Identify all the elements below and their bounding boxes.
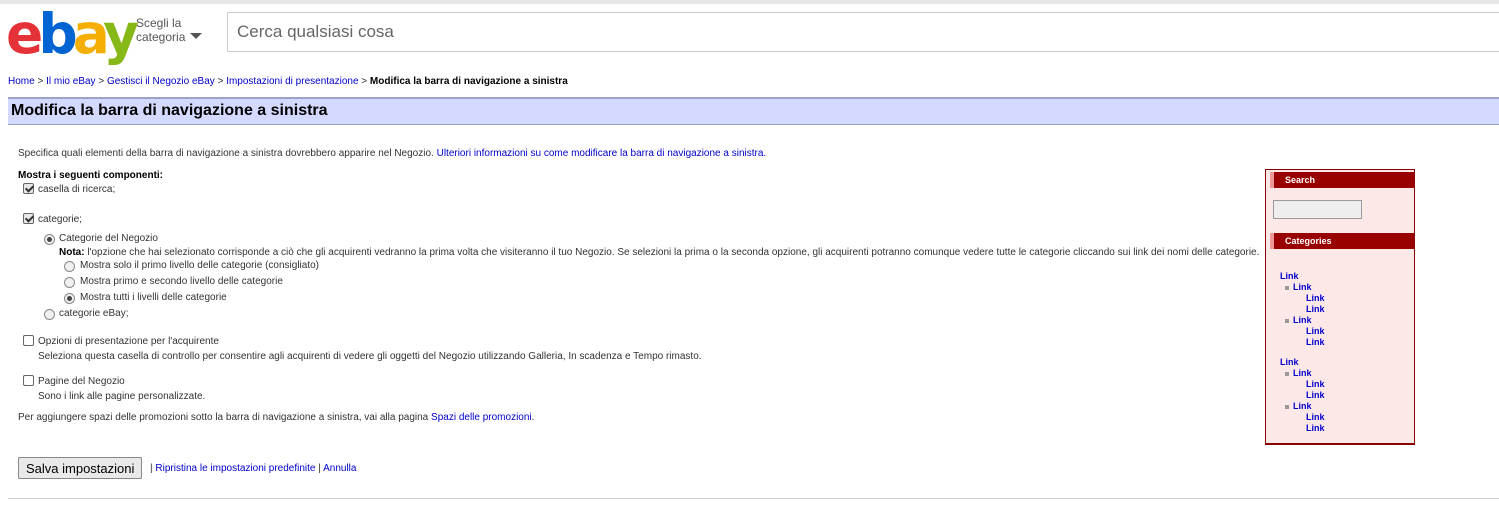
logo-letter-e: e xyxy=(6,2,43,66)
category-select[interactable]: Scegli la categoria xyxy=(136,16,202,44)
store-categories-radio[interactable] xyxy=(44,234,55,245)
breadcrumb-separator: > xyxy=(98,76,105,87)
preview-bullet xyxy=(1285,372,1289,376)
preview-link: Link xyxy=(1306,423,1325,433)
breadcrumb-home[interactable]: Home xyxy=(8,76,35,87)
promo-text: Per aggiungere spazi delle promozioni so… xyxy=(18,412,534,423)
left-nav-preview: Search Categories Link Link Link Link Li… xyxy=(1265,169,1415,445)
breadcrumb-separator: > xyxy=(37,76,44,87)
promo-description: Per aggiungere spazi delle promozioni so… xyxy=(18,412,429,423)
breadcrumb-separator: > xyxy=(361,76,368,87)
preview-link: Link xyxy=(1306,337,1325,347)
ebay-logo[interactable]: ebay xyxy=(6,2,139,66)
preview-link: Link xyxy=(1306,293,1325,303)
preview-search-title: Search xyxy=(1285,175,1316,185)
preview-link: Link xyxy=(1306,304,1325,314)
second-level-label: Mostra primo e secondo livello delle cat… xyxy=(80,276,283,287)
search-box-label: casella di ricerca; xyxy=(38,184,116,195)
ebay-categories-label: categorie eBay; xyxy=(59,308,129,319)
preview-search-header: Search xyxy=(1270,172,1414,188)
page-title: Modifica la barra di navigazione a sinis… xyxy=(11,102,328,119)
preview-bullet xyxy=(1285,319,1289,323)
buyer-options-description: Seleziona questa casella di controllo pe… xyxy=(38,351,702,362)
chevron-down-icon xyxy=(190,33,202,39)
preview-categories-title: Categories xyxy=(1285,236,1332,246)
store-pages-checkbox[interactable] xyxy=(23,375,34,386)
breadcrumb-manage-store[interactable]: Gestisci il Negozio eBay xyxy=(107,76,215,87)
actions-links: | Ripristina le impostazioni predefinite… xyxy=(150,463,356,474)
logo-letter-y: y xyxy=(103,2,139,66)
logo-letter-b: b xyxy=(38,2,77,66)
preview-link: Link xyxy=(1280,357,1299,367)
preview-link: Link xyxy=(1306,326,1325,336)
preview-bullet xyxy=(1285,405,1289,409)
buyer-options-checkbox[interactable] xyxy=(23,335,34,346)
second-level-radio[interactable] xyxy=(64,277,75,288)
top-border xyxy=(0,0,1499,4)
search-box-checkbox[interactable] xyxy=(23,183,34,194)
preview-link: Link xyxy=(1293,315,1312,325)
categories-checkbox[interactable] xyxy=(23,213,34,224)
search-input[interactable] xyxy=(227,12,1499,52)
preview-bullet xyxy=(1285,286,1289,290)
promo-spaces-link[interactable]: Spazi delle promozioni xyxy=(431,412,532,423)
note: Nota: l'opzione che hai selezionato corr… xyxy=(59,247,1259,258)
show-components-label: Mostra i seguenti componenti: xyxy=(18,170,164,181)
category-select-label: Scegli la categoria xyxy=(136,16,186,44)
ebay-categories-radio[interactable] xyxy=(44,309,55,320)
store-pages-description: Sono i link alle pagine personalizzate. xyxy=(38,391,206,402)
breadcrumb-display-settings[interactable]: Impostazioni di presentazione xyxy=(226,76,358,87)
breadcrumb-current: Modifica la barra di navigazione a sinis… xyxy=(369,76,568,87)
logo-letter-a: a xyxy=(72,2,109,66)
preview-search-input xyxy=(1273,200,1362,219)
preview-link: Link xyxy=(1306,412,1325,422)
breadcrumb-my-ebay[interactable]: Il mio eBay xyxy=(46,76,95,87)
preview-link: Link xyxy=(1306,390,1325,400)
promo-end: . xyxy=(531,412,535,423)
page-title-bar: Modifica la barra di navigazione a sinis… xyxy=(8,97,1499,125)
breadcrumb-separator: > xyxy=(217,76,224,87)
preview-link: Link xyxy=(1306,379,1325,389)
all-levels-label: Mostra tutti i livelli delle categorie xyxy=(80,292,227,303)
first-level-label: Mostra solo il primo livello delle categ… xyxy=(80,260,319,271)
save-settings-button[interactable]: Salva impostazioni xyxy=(18,457,143,479)
note-label: Nota: xyxy=(59,247,85,258)
preview-link: Link xyxy=(1293,368,1312,378)
intro-description: Specifica quali elementi della barra di … xyxy=(18,148,434,159)
store-categories-label: Categorie del Negozio xyxy=(59,233,158,244)
preview-link: Link xyxy=(1293,401,1312,411)
buyer-options-label: Opzioni di presentazione per l'acquirent… xyxy=(38,336,219,347)
preview-categories-header: Categories xyxy=(1270,233,1414,249)
all-levels-radio[interactable] xyxy=(64,293,75,304)
note-text: l'opzione che hai selezionato corrispond… xyxy=(87,247,1260,258)
learn-more-link[interactable]: Ulteriori informazioni su come modificar… xyxy=(437,148,767,159)
first-level-radio[interactable] xyxy=(64,261,75,272)
footer-divider xyxy=(8,498,1499,499)
breadcrumb: Home > Il mio eBay > Gestisci il Negozio… xyxy=(8,76,568,87)
intro-text: Specifica quali elementi della barra di … xyxy=(18,148,766,159)
preview-link: Link xyxy=(1280,271,1299,281)
categories-label: categorie; xyxy=(38,214,82,225)
preview-link: Link xyxy=(1293,282,1312,292)
action-separator: | xyxy=(318,463,321,474)
cancel-link[interactable]: Annulla xyxy=(323,463,356,474)
action-separator: | xyxy=(150,463,153,474)
reset-defaults-link[interactable]: Ripristina le impostazioni predefinite xyxy=(155,463,315,474)
store-pages-label: Pagine del Negozio xyxy=(38,376,125,387)
